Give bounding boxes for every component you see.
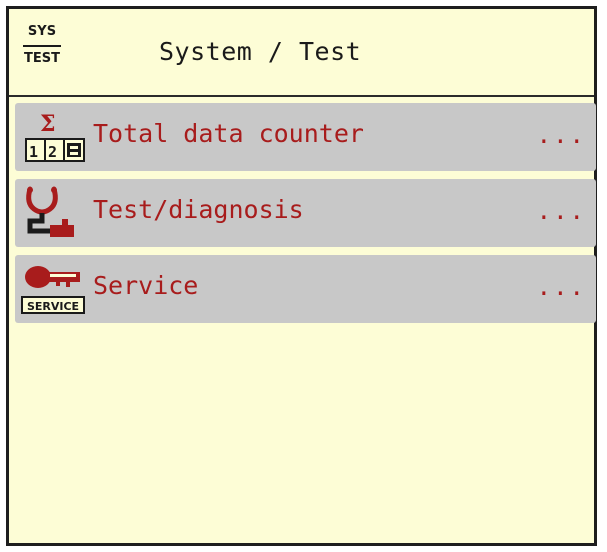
menu-item-label: Service bbox=[93, 271, 199, 300]
svg-text:1: 1 bbox=[29, 143, 38, 161]
menu-item-total-data-counter[interactable]: Σ 1 2 Total data counter ... bbox=[15, 103, 596, 171]
menu-list: Σ 1 2 Total data counter ... Test/diagno… bbox=[15, 103, 596, 331]
service-icon-text: SERVICE bbox=[27, 300, 79, 313]
badge-divider bbox=[23, 45, 61, 47]
more-ellipsis: ... bbox=[536, 273, 586, 301]
total-data-counter-icon: Σ 1 2 bbox=[25, 111, 85, 162]
menu-item-label: Test/diagnosis bbox=[93, 195, 304, 224]
stethoscope-icon bbox=[26, 186, 74, 237]
system-test-screen: SYS TEST System / Test Σ 1 2 Total data … bbox=[6, 6, 597, 546]
menu-item-service[interactable]: SERVICE Service ... bbox=[15, 255, 596, 323]
svg-text:Σ: Σ bbox=[40, 111, 56, 137]
badge-top-text: SYS bbox=[27, 24, 57, 39]
badge-bottom-text: TEST bbox=[24, 51, 60, 66]
more-ellipsis: ... bbox=[536, 197, 586, 225]
service-key-icon: SERVICE bbox=[21, 266, 85, 314]
page-title: System / Test bbox=[159, 37, 362, 66]
header: SYS TEST System / Test bbox=[9, 9, 594, 97]
sys-test-badge: SYS TEST bbox=[23, 25, 61, 66]
menu-item-label: Total data counter bbox=[93, 119, 364, 148]
menu-item-test-diagnosis[interactable]: Test/diagnosis ... bbox=[15, 179, 596, 247]
svg-text:2: 2 bbox=[48, 143, 57, 161]
more-ellipsis: ... bbox=[536, 121, 586, 149]
